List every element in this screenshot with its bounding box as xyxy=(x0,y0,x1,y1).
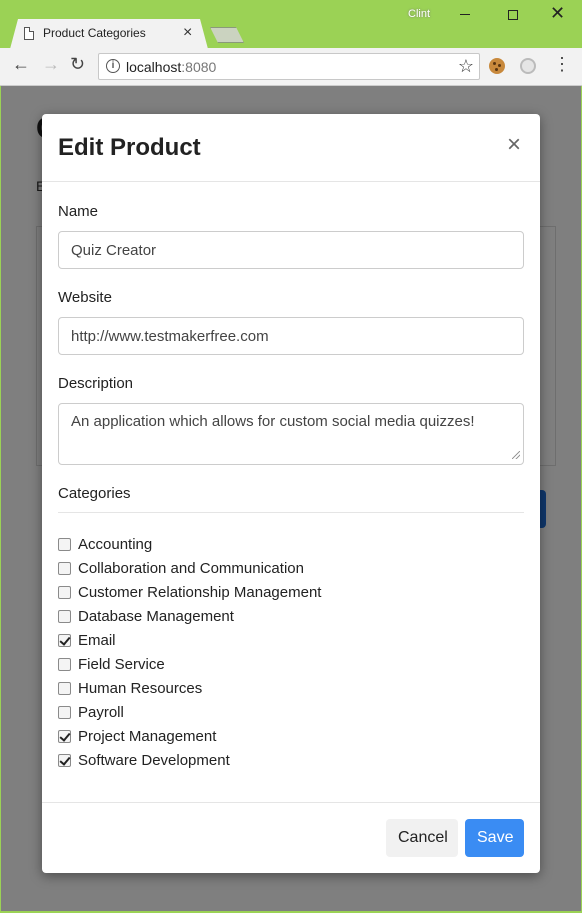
forward-arrow-icon[interactable]: → xyxy=(42,54,60,75)
browser-toolbar: ← → ↻ i localhost:8080 ☆ ⋮ xyxy=(0,48,582,86)
category-checkbox[interactable] xyxy=(58,585,71,599)
category-item[interactable]: Human Resources xyxy=(58,676,524,700)
categories-label: Categories xyxy=(58,485,131,502)
menu-icon[interactable]: ⋮ xyxy=(553,54,571,75)
maximize-icon[interactable] xyxy=(508,10,518,20)
tab-title: Product Categories xyxy=(43,26,146,40)
category-checkbox[interactable] xyxy=(58,753,71,767)
resize-grip-icon[interactable] xyxy=(512,451,520,459)
category-label[interactable]: Human Resources xyxy=(78,680,202,697)
profile-name[interactable]: Clint xyxy=(408,8,430,20)
back-arrow-icon[interactable]: ← xyxy=(12,54,30,75)
close-icon[interactable]: × xyxy=(507,131,521,159)
category-item[interactable]: Software Development xyxy=(58,748,524,772)
window-close-icon[interactable]: ✕ xyxy=(550,3,565,24)
website-label: Website xyxy=(58,289,112,306)
info-icon[interactable]: i xyxy=(106,59,120,73)
category-item[interactable]: Database Management xyxy=(58,604,524,628)
extension-icon[interactable] xyxy=(520,58,536,74)
category-item[interactable]: Payroll xyxy=(58,700,524,724)
name-label: Name xyxy=(58,203,99,220)
category-item[interactable]: Project Management xyxy=(58,724,524,748)
category-checkbox[interactable] xyxy=(58,561,71,575)
category-label[interactable]: Project Management xyxy=(78,728,216,745)
window-titlebar: Product Categories × Clint ✕ xyxy=(0,0,582,49)
category-label[interactable]: Collaboration and Communication xyxy=(78,560,304,577)
category-item[interactable]: Email xyxy=(58,628,524,652)
category-checkbox[interactable] xyxy=(58,609,71,623)
cancel-button[interactable]: Cancel xyxy=(386,819,458,857)
category-checkbox[interactable] xyxy=(58,537,71,551)
category-label[interactable]: Software Development xyxy=(78,752,230,769)
category-item[interactable]: Customer Relationship Management xyxy=(58,580,524,604)
url-text: localhost:8080 xyxy=(126,59,217,75)
category-checkbox[interactable] xyxy=(58,681,71,695)
save-button[interactable]: Save xyxy=(465,819,524,857)
category-checkbox[interactable] xyxy=(58,729,71,743)
edit-product-modal: Edit Product × Name Website Description … xyxy=(42,114,540,873)
description-field[interactable]: An application which allows for custom s… xyxy=(58,403,524,465)
category-label[interactable]: Customer Relationship Management xyxy=(78,584,321,601)
modal-title: Edit Product xyxy=(58,134,201,161)
category-label[interactable]: Accounting xyxy=(78,536,152,553)
category-checkbox[interactable] xyxy=(58,633,71,647)
cookie-extension-icon[interactable] xyxy=(489,58,505,74)
browser-tab[interactable]: Product Categories × xyxy=(10,19,208,49)
reload-icon[interactable]: ↻ xyxy=(70,54,85,75)
category-item[interactable]: Collaboration and Communication xyxy=(58,556,524,580)
modal-footer: Cancel Save xyxy=(42,802,540,873)
new-tab-button[interactable] xyxy=(210,27,244,43)
website-field[interactable] xyxy=(58,317,524,355)
address-bar[interactable]: i localhost:8080 ☆ xyxy=(98,53,480,80)
category-label[interactable]: Payroll xyxy=(78,704,124,721)
category-checkbox[interactable] xyxy=(58,705,71,719)
category-label[interactable]: Email xyxy=(78,632,116,649)
category-label[interactable]: Field Service xyxy=(78,656,165,673)
category-checkbox[interactable] xyxy=(58,657,71,671)
minimize-icon[interactable] xyxy=(460,14,470,15)
category-list: Accounting Collaboration and Communicatio… xyxy=(58,532,524,772)
category-label[interactable]: Database Management xyxy=(78,608,234,625)
tab-close-icon[interactable]: × xyxy=(183,24,192,42)
page-icon xyxy=(24,27,34,40)
name-field[interactable] xyxy=(58,231,524,269)
category-item[interactable]: Field Service xyxy=(58,652,524,676)
modal-header: Edit Product × xyxy=(42,114,540,182)
description-label: Description xyxy=(58,375,134,392)
star-icon[interactable]: ☆ xyxy=(458,56,474,77)
categories-divider xyxy=(58,512,524,513)
category-item[interactable]: Accounting xyxy=(58,532,524,556)
